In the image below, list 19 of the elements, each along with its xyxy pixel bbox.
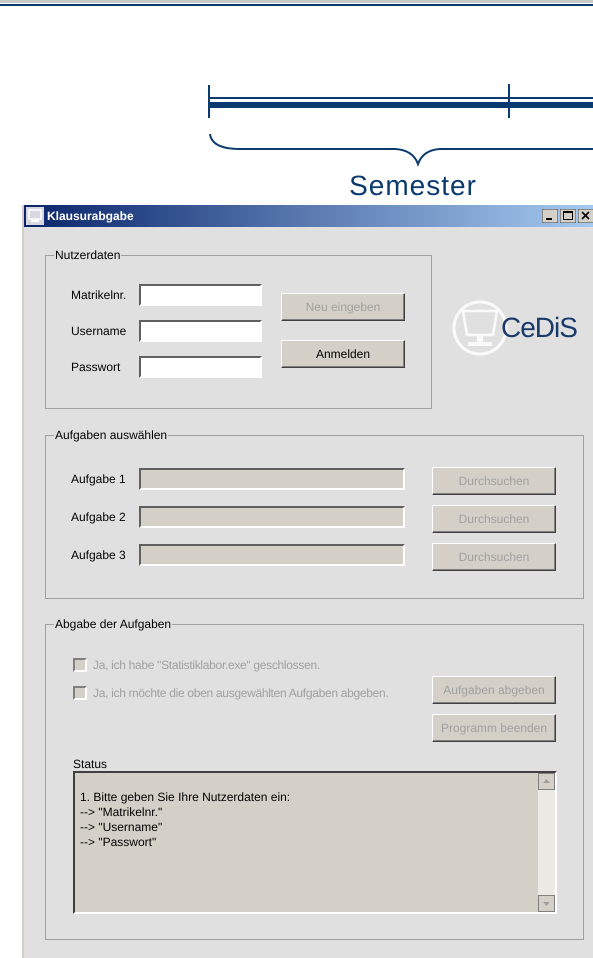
brace-label: Semester — [349, 170, 477, 201]
status-line: 1. Bitte geben Sie Ihre Nutzerdaten ein: — [80, 790, 292, 805]
checkbox-label: Ja, ich möchte die oben ausgewählten Aufgaben abgeben. — [93, 685, 388, 702]
status-line: --> "Passwort" — [80, 835, 158, 850]
task-label: Aufgabe 1 — [71, 471, 127, 488]
checkbox-label: Ja, ich habe "Statistiklabor.exe" geschlossen. — [93, 657, 320, 674]
task-label: Aufgabe 3 — [71, 547, 127, 564]
field-label: Passwort — [71, 359, 122, 376]
window-title: Klausurabgabe — [47, 208, 135, 225]
task-label: Aufgabe 2 — [71, 509, 127, 526]
group-title: Aufgaben auswählen — [54, 427, 168, 443]
push-button[interactable]: Anmelden — [281, 340, 405, 368]
status-line: --> "Username" — [80, 820, 164, 835]
field-label: Username — [71, 323, 128, 340]
status-line: --> "Matrikelnr." — [80, 805, 164, 820]
status-label: Status — [73, 757, 108, 771]
logo-text: CeDiS — [501, 311, 577, 345]
group-title: Abgabe der Aufgaben — [54, 616, 172, 632]
field-label: Matrikelnr. — [71, 287, 128, 304]
